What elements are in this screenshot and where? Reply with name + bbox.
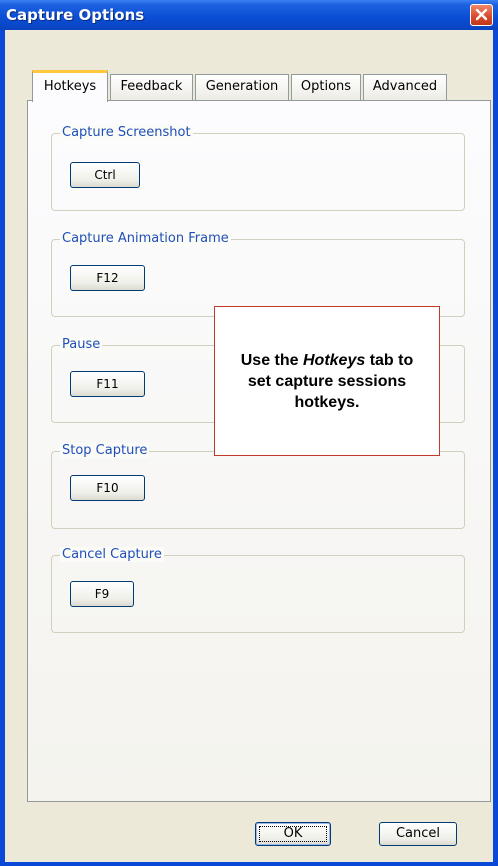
hotkey-button-stop-capture[interactable]: F10	[70, 475, 145, 501]
hotkey-button-capture-animation-frame[interactable]: F12	[70, 265, 145, 291]
cancel-button-label: Cancel	[395, 826, 441, 841]
hint-emphasis: Hotkeys	[303, 351, 366, 369]
group-label-capture-animation-frame: Capture Animation Frame	[60, 231, 231, 246]
tab-feedback[interactable]: Feedback	[110, 74, 193, 100]
hotkey-button-cancel-capture[interactable]: F9	[70, 581, 134, 607]
close-icon	[475, 8, 488, 21]
group-stop-capture: Stop Capture F10	[51, 443, 465, 529]
focus-rect	[259, 826, 327, 842]
tab-generation[interactable]: Generation	[195, 74, 289, 100]
ok-button[interactable]: OK	[255, 822, 331, 846]
title-bar[interactable]: Capture Options	[0, 0, 498, 30]
group-label-capture-screenshot: Capture Screenshot	[60, 125, 193, 140]
tab-generation-label: Generation	[205, 79, 279, 94]
tab-hotkeys-label: Hotkeys	[43, 79, 97, 94]
group-label-stop-capture: Stop Capture	[60, 443, 150, 458]
group-cancel-capture: Cancel Capture F9	[51, 547, 465, 633]
hotkey-button-capture-screenshot[interactable]: Ctrl	[70, 162, 140, 188]
group-label-cancel-capture: Cancel Capture	[60, 547, 164, 562]
tab-feedback-label: Feedback	[120, 79, 183, 94]
hint-callout-text: Use the Hotkeys tab to set capture sessi…	[237, 350, 417, 413]
hint-callout: Use the Hotkeys tab to set capture sessi…	[214, 306, 440, 456]
tab-advanced[interactable]: Advanced	[363, 74, 447, 100]
close-button[interactable]	[470, 4, 493, 26]
cancel-button[interactable]: Cancel	[379, 822, 457, 846]
group-capture-screenshot: Capture Screenshot Ctrl	[51, 125, 465, 211]
group-label-pause: Pause	[60, 337, 103, 352]
tab-options-label: Options	[300, 79, 352, 94]
hotkey-button-pause[interactable]: F11	[70, 371, 145, 397]
window-title: Capture Options	[6, 6, 145, 24]
tab-hotkeys[interactable]: Hotkeys	[32, 70, 108, 102]
tab-options[interactable]: Options	[291, 74, 361, 100]
hint-prefix: Use the	[240, 351, 303, 369]
tab-advanced-label: Advanced	[372, 79, 438, 94]
